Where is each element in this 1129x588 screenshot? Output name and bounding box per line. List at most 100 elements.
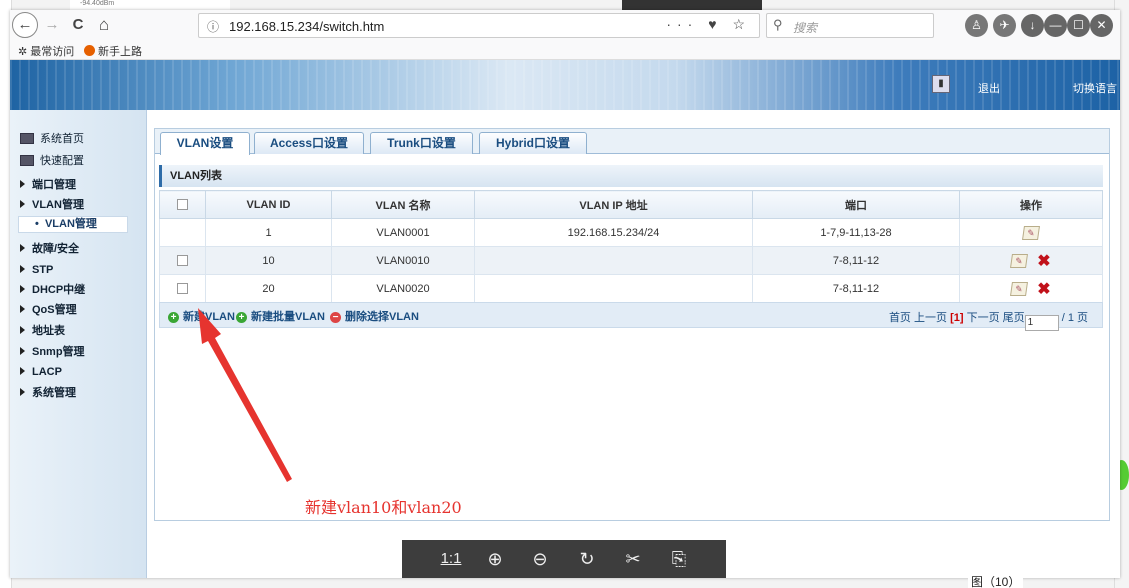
plus-icon: + [236, 312, 247, 323]
sidebar-item-fault-security[interactable]: 故障/安全 [20, 240, 79, 258]
select-all-checkbox[interactable] [177, 199, 188, 211]
back-icon[interactable]: ← [12, 12, 38, 38]
current-page: [1] [950, 312, 964, 324]
save-icon[interactable]: ⎘ [666, 547, 692, 571]
tab-vlan-settings[interactable]: VLAN设置 [160, 132, 250, 155]
url-text[interactable]: 192.168.15.234/switch.htm [229, 19, 384, 34]
sidebar-item-label: 地址表 [32, 325, 65, 337]
sidebar-item-lacp[interactable]: LACP [20, 363, 62, 381]
edit-icon[interactable]: ✎ [1010, 253, 1029, 268]
minus-icon: − [330, 312, 341, 323]
first-page-link[interactable]: 首页 [889, 312, 911, 324]
actions-cell: ✎ ✖ [959, 274, 1103, 303]
vlan-table: VLAN ID VLAN 名称 VLAN IP 地址 端口 操作 1 VLAN0… [159, 190, 1103, 303]
shirt-icon[interactable]: ♙ [965, 14, 988, 37]
sidebar-item-qos[interactable]: QoS管理 [20, 301, 77, 319]
prev-page-link[interactable]: 上一页 [914, 312, 947, 324]
close-icon[interactable]: ✕ [1090, 14, 1113, 37]
table-row: 1 VLAN0001 192.168.15.234/24 1-7,9-11,13… [159, 218, 1103, 247]
sidebar-item-dhcp-relay[interactable]: DHCP中继 [20, 281, 85, 299]
url-bar[interactable]: ⓘ 192.168.15.234/switch.htm ··· ♥ ☆ [198, 13, 760, 38]
computer-icon [20, 133, 34, 144]
logout-link[interactable]: 退出 [978, 80, 1000, 96]
minimize-icon[interactable]: — [1044, 14, 1067, 37]
bookmark-most-visited[interactable]: ✲ 最常访问 [18, 43, 74, 59]
new-batch-label: 新建批量VLAN [251, 311, 325, 323]
ports-cell: 7-8,11-12 [752, 274, 960, 303]
row-select-cell [159, 246, 206, 275]
browser-toolbar: ← → C ⌂ ⓘ 192.168.15.234/switch.htm ··· … [10, 10, 1120, 40]
edit-icon[interactable]: ✎ [1010, 281, 1029, 296]
sidebar-item-quick-config[interactable]: 快速配置 [20, 152, 84, 170]
delete-selected-vlan-button[interactable]: − 删除选择VLAN [330, 308, 419, 324]
tab-trunk-port[interactable]: Trunk口设置 [370, 132, 473, 154]
tab-hybrid-port[interactable]: Hybrid口设置 [479, 132, 587, 154]
vlan-id-cell: 10 [205, 246, 332, 275]
vlan-ip-cell [474, 246, 753, 275]
column-header: 端口 [752, 190, 960, 219]
column-header: 操作 [959, 190, 1103, 219]
page-actions-icons[interactable]: ··· ♥ ☆ [666, 16, 751, 33]
info-icon[interactable]: ⓘ [207, 18, 219, 35]
sidebar-item-vlan-management[interactable]: VLAN管理 [20, 196, 84, 214]
expand-arrow-icon [20, 388, 25, 396]
background-top-label: -94.40dBm [70, 0, 230, 10]
plus-icon: + [168, 312, 179, 323]
sidebar-subitem-vlan-management[interactable]: • VLAN管理 [18, 216, 128, 233]
zoom-in-icon[interactable]: ⊕ [482, 547, 508, 571]
sidebar-item-system-management[interactable]: 系统管理 [20, 384, 76, 402]
sidebar-item-address-table[interactable]: 地址表 [20, 322, 65, 340]
sidebar-item-label: STP [32, 264, 54, 276]
expand-arrow-icon [20, 180, 25, 188]
sidebar: 系统首页 快速配置 端口管理 VLAN管理 • VLAN管理 故障/安全 STP… [10, 110, 147, 578]
column-header: VLAN IP 地址 [474, 190, 753, 219]
sidebar-item-port-management[interactable]: 端口管理 [20, 176, 76, 194]
sidebar-item-label: QoS管理 [32, 304, 77, 316]
sidebar-item-label: 端口管理 [32, 179, 76, 191]
forward-icon[interactable]: → [42, 14, 62, 36]
header-banner: ▮ 退出 切换语言 [10, 60, 1120, 110]
tab-access-port[interactable]: Access口设置 [254, 132, 364, 154]
sidebar-item-stp[interactable]: STP [20, 261, 53, 279]
sidebar-item-label: VLAN管理 [32, 199, 84, 211]
next-page-link[interactable]: 下一页 [967, 312, 1000, 324]
sidebar-item-snmp[interactable]: Snmp管理 [20, 343, 85, 361]
page-number-input[interactable]: 1 [1024, 315, 1059, 331]
reload-icon[interactable]: C [68, 14, 88, 36]
column-header: VLAN ID [205, 190, 332, 219]
new-vlan-button[interactable]: + 新建VLAN [168, 308, 235, 324]
row-checkbox[interactable] [177, 283, 188, 295]
crop-icon[interactable]: ✂ [620, 547, 646, 571]
table-footer-bar: + 新建VLAN + 新建批量VLAN − 删除选择VLAN 首页 上一页 [1] 下… [159, 302, 1103, 331]
sidebar-item-label: 系统管理 [32, 387, 76, 399]
vlan-ip-cell [474, 274, 753, 303]
download-icon[interactable]: ↓ [1021, 14, 1044, 37]
delete-icon[interactable]: ✖ [1037, 279, 1050, 299]
delete-selected-label: 删除选择VLAN [345, 311, 419, 323]
delete-icon[interactable]: ✖ [1037, 251, 1050, 271]
monitor-icon [20, 155, 34, 166]
pin-icon[interactable]: ✈ [993, 14, 1016, 37]
search-input[interactable]: ⚲ 搜索 [766, 13, 934, 38]
vlan-name-cell: VLAN0010 [331, 246, 475, 275]
home-icon[interactable]: ⌂ [94, 14, 114, 36]
sidebar-item-home[interactable]: 系统首页 [20, 130, 84, 148]
maximize-icon[interactable]: ☐ [1067, 14, 1090, 37]
rotate-icon[interactable]: ↻ [574, 547, 600, 571]
vlan-id-cell: 20 [205, 274, 332, 303]
total-pages: / 1 页 [1061, 312, 1088, 324]
zoom-out-icon[interactable]: ⊖ [527, 547, 553, 571]
logout-icon[interactable]: ▮ [932, 75, 950, 93]
bookmark-label: 最常访问 [30, 46, 75, 58]
vlan-name-cell: VLAN0001 [331, 218, 475, 247]
language-switch-link[interactable]: 切换语言 [1073, 80, 1117, 96]
search-placeholder: 搜索 [793, 21, 818, 35]
browser-window: ← → C ⌂ ⓘ 192.168.15.234/switch.htm ··· … [10, 10, 1120, 578]
row-checkbox[interactable] [177, 255, 188, 267]
new-batch-vlan-button[interactable]: + 新建批量VLAN [236, 308, 325, 324]
edit-icon[interactable]: ✎ [1022, 225, 1040, 240]
bookmark-getting-started[interactable]: 新手上路 [84, 43, 142, 59]
last-page-link[interactable]: 尾页 [1003, 312, 1025, 324]
actual-size-button[interactable]: 1:1 [436, 547, 466, 571]
select-all-cell [159, 190, 206, 219]
